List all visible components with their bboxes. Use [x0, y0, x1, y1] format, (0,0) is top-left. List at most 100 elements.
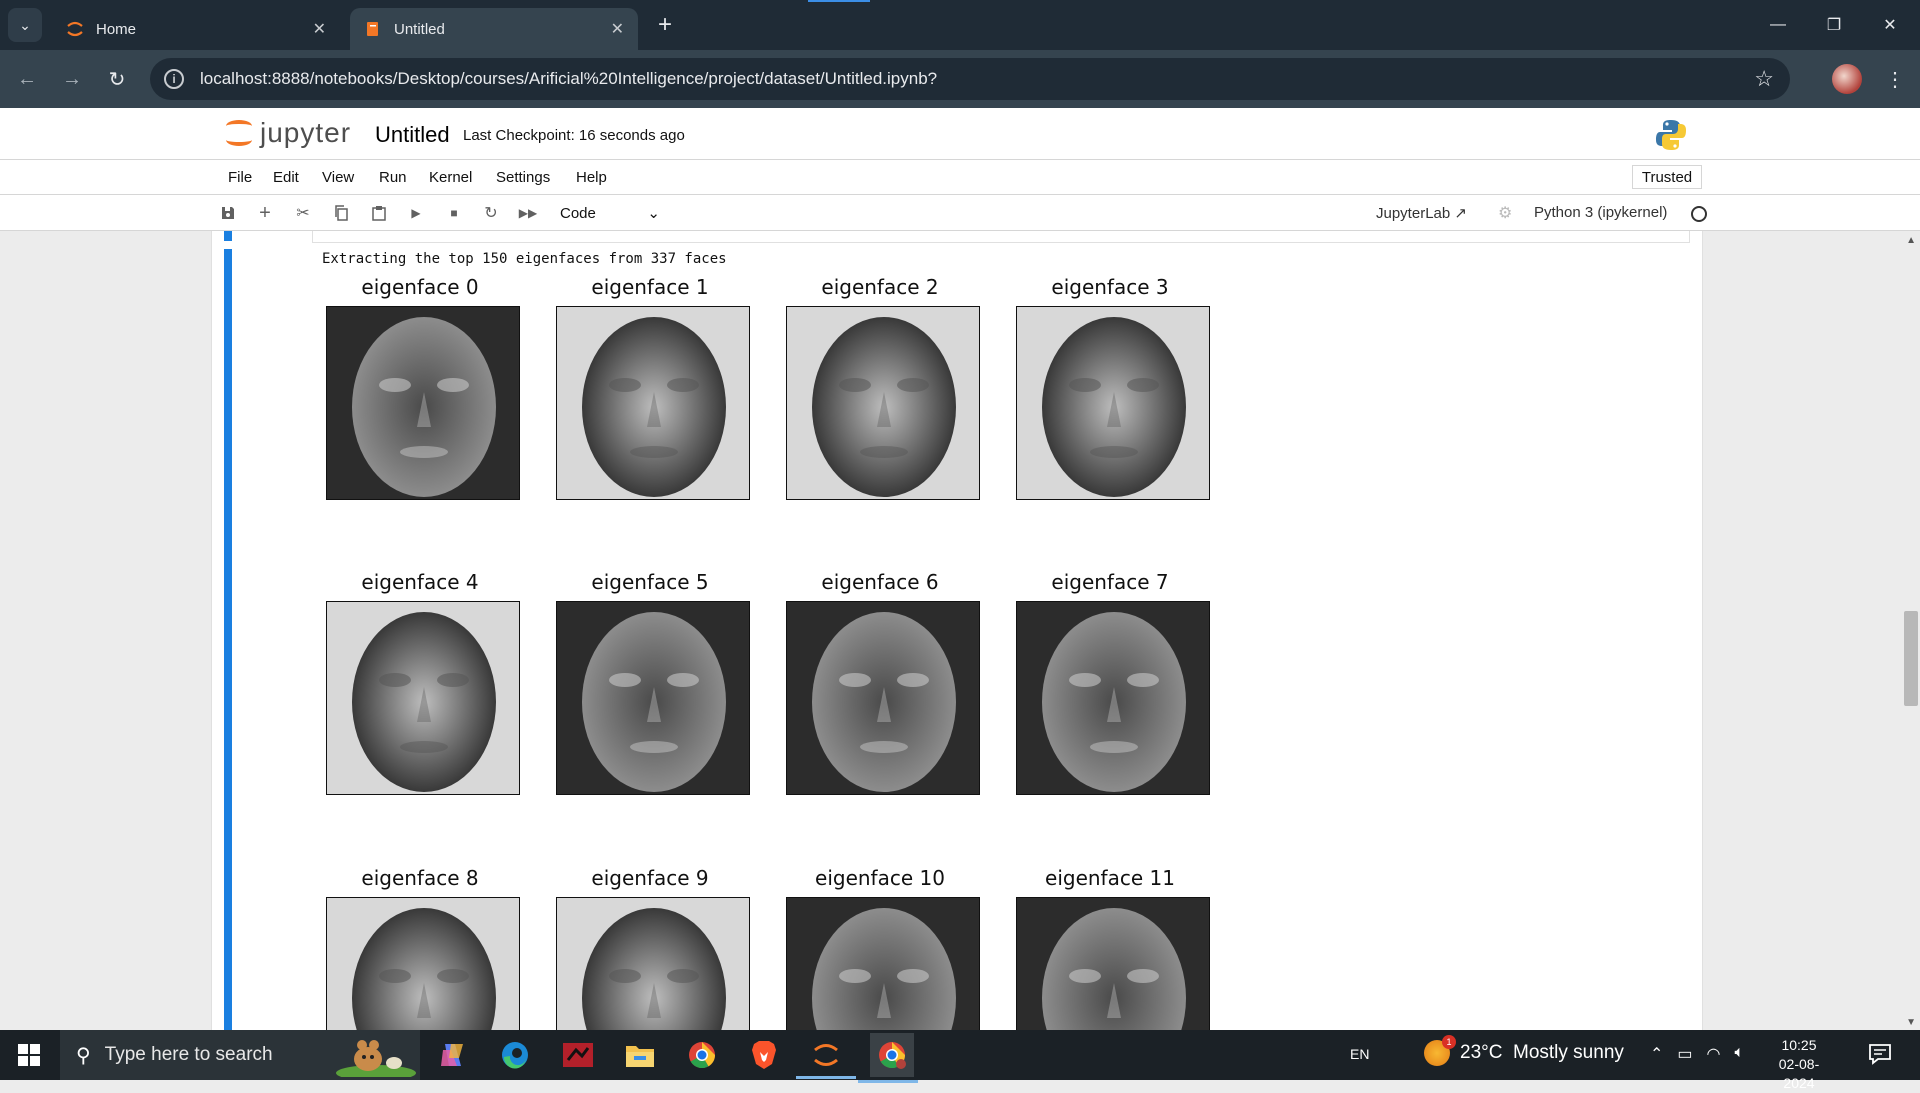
jupyterlab-link[interactable]: JupyterLab ↗	[1376, 204, 1467, 222]
copy-icon[interactable]	[329, 201, 353, 225]
notification-icon[interactable]	[1868, 1042, 1894, 1068]
eigenface-image	[556, 306, 750, 500]
close-icon: ✕	[1883, 17, 1897, 34]
brave-app-icon[interactable]	[746, 1037, 782, 1073]
tab-untitled[interactable]: Untitled ✕	[350, 8, 638, 50]
close-tab-icon[interactable]: ✕	[313, 19, 326, 39]
cut-icon[interactable]: ✂	[291, 201, 315, 225]
menu-view[interactable]: View	[322, 169, 354, 186]
jupyter-favicon-icon	[66, 20, 84, 38]
language-indicator[interactable]: EN	[1350, 1046, 1369, 1062]
windows-start-icon[interactable]	[18, 1044, 40, 1066]
file-explorer-icon[interactable]	[622, 1037, 658, 1073]
tab-untitled-label: Untitled	[394, 20, 445, 38]
forward-button[interactable]: →	[55, 62, 89, 96]
run-icon[interactable]: ▶	[404, 201, 428, 225]
info-icon[interactable]: i	[164, 69, 184, 89]
eigenface-title: eigenface 0	[361, 275, 479, 299]
jupyter-header: jupyter Untitled Last Checkpoint: 16 sec…	[0, 108, 1920, 160]
restore-icon: ❐	[1826, 17, 1842, 34]
eigenface-image	[556, 897, 750, 1030]
speaker-icon[interactable]: 🔈︎	[1735, 1044, 1745, 1064]
bookmark-star-icon[interactable]: ☆	[1754, 66, 1774, 92]
chrome-profile-taskbar-icon[interactable]	[858, 1033, 918, 1083]
windows-taskbar: ⚲ Type here to search EN 1 23°C Mostly s…	[0, 1030, 1920, 1091]
tab-home[interactable]: Home ✕	[52, 8, 340, 50]
cell-selection-bar[interactable]	[224, 249, 232, 1030]
weather-text: 23°C Mostly sunny	[1460, 1042, 1624, 1063]
minimize-button[interactable]: —	[1750, 0, 1806, 50]
jupyter-logo-text: jupyter	[260, 117, 352, 148]
gear-icon[interactable]: ⚙	[1498, 203, 1512, 223]
eigenface-title: eigenface 11	[1045, 866, 1175, 890]
browser-menu-icon[interactable]: ⋮	[1880, 64, 1910, 94]
eigenface-plot: eigenface 4	[322, 570, 520, 810]
menu-settings[interactable]: Settings	[496, 169, 550, 186]
kernel-name[interactable]: Python 3 (ipykernel)	[1534, 204, 1667, 221]
restart-icon[interactable]: ↻	[479, 201, 503, 225]
tab-search-button[interactable]: ⌄	[8, 8, 42, 42]
reload-icon: ↻	[108, 68, 126, 91]
eigenface-title: eigenface 7	[1051, 570, 1169, 594]
previous-cell-edge	[312, 231, 1690, 243]
chevron-up-icon[interactable]: ⌃	[1650, 1044, 1663, 1064]
scroll-down-arrow-icon[interactable]: ▼	[1906, 1017, 1916, 1028]
copilot-app-icon[interactable]	[434, 1037, 470, 1073]
close-tab-icon[interactable]: ✕	[611, 19, 624, 39]
scrollbar-thumb[interactable]	[1904, 611, 1918, 706]
add-cell-icon[interactable]: +	[253, 201, 277, 225]
chrome-app-icon[interactable]	[684, 1037, 720, 1073]
notebook-area: Extracting the top 150 eigenfaces from 3…	[0, 231, 1920, 1030]
notebook-title[interactable]: Untitled	[375, 122, 450, 148]
profile-avatar[interactable]	[1832, 64, 1862, 94]
menu-edit[interactable]: Edit	[273, 169, 299, 186]
eigenface-image	[1016, 601, 1210, 795]
wifi-icon[interactable]: ◠	[1707, 1044, 1721, 1064]
eigenface-plot: eigenface 11	[1012, 866, 1210, 1030]
scroll-up-arrow-icon[interactable]: ▲	[1906, 235, 1916, 246]
app-red-icon[interactable]	[560, 1037, 596, 1073]
menu-file[interactable]: File	[228, 169, 252, 186]
cell-type-value: Code	[560, 204, 596, 222]
url-text[interactable]: localhost:8888/notebooks/Desktop/courses…	[200, 69, 1754, 89]
save-icon[interactable]	[216, 201, 240, 225]
battery-icon[interactable]: ▭	[1677, 1044, 1692, 1064]
fast-forward-icon[interactable]: ▶▶	[516, 201, 540, 225]
eigenface-image	[1016, 306, 1210, 500]
edge-app-icon[interactable]	[497, 1037, 533, 1073]
weather-badge: 1	[1442, 1035, 1456, 1049]
cell-output-text: Extracting the top 150 eigenfaces from 3…	[322, 251, 727, 267]
clock-date: 02-08-2024	[1778, 1056, 1820, 1091]
search-icon: ⚲	[76, 1044, 91, 1067]
eigenface-title: eigenface 3	[1051, 275, 1169, 299]
eigenface-title: eigenface 4	[361, 570, 479, 594]
url-bar[interactable]: i localhost:8888/notebooks/Desktop/cours…	[150, 58, 1790, 100]
browser-tab-bar: ⌄ Home ✕ Untitled ✕ + — ❐ ✕	[0, 0, 1920, 50]
reload-button[interactable]: ↻	[100, 62, 134, 96]
trusted-indicator[interactable]: Trusted	[1632, 165, 1702, 189]
menu-kernel[interactable]: Kernel	[429, 169, 472, 186]
taskbar-search[interactable]: ⚲ Type here to search	[60, 1030, 420, 1081]
back-button[interactable]: ←	[10, 62, 44, 96]
weather-sun-icon: 1	[1424, 1035, 1456, 1066]
eigenface-image	[786, 897, 980, 1030]
eigenface-image	[1016, 897, 1210, 1030]
paste-icon[interactable]	[367, 201, 391, 225]
weather-widget[interactable]: 1 23°C Mostly sunny	[1424, 1035, 1624, 1066]
jupyter-logo[interactable]: jupyter	[224, 116, 351, 150]
menu-help[interactable]: Help	[576, 169, 607, 186]
close-window-button[interactable]: ✕	[1862, 0, 1918, 50]
cell-type-select[interactable]: Code ⌄	[560, 202, 660, 224]
menu-run[interactable]: Run	[379, 169, 407, 186]
system-tray: ⌃ ▭ ◠ 🔈︎	[1650, 1044, 1744, 1064]
eigenface-plot: eigenface 6	[782, 570, 980, 810]
taskbar-search-placeholder: Type here to search	[104, 1044, 273, 1065]
taskbar-clock[interactable]: 10:25 02-08-2024	[1764, 1036, 1834, 1093]
stop-icon[interactable]: ■	[442, 201, 466, 225]
eigenface-plot: eigenface 9	[552, 866, 750, 1030]
new-tab-button[interactable]: +	[650, 10, 680, 40]
restore-button[interactable]: ❐	[1806, 0, 1862, 50]
eigenface-title: eigenface 8	[361, 866, 479, 890]
arrow-right-icon: →	[62, 67, 82, 90]
jupyter-taskbar-icon[interactable]	[796, 1037, 856, 1079]
